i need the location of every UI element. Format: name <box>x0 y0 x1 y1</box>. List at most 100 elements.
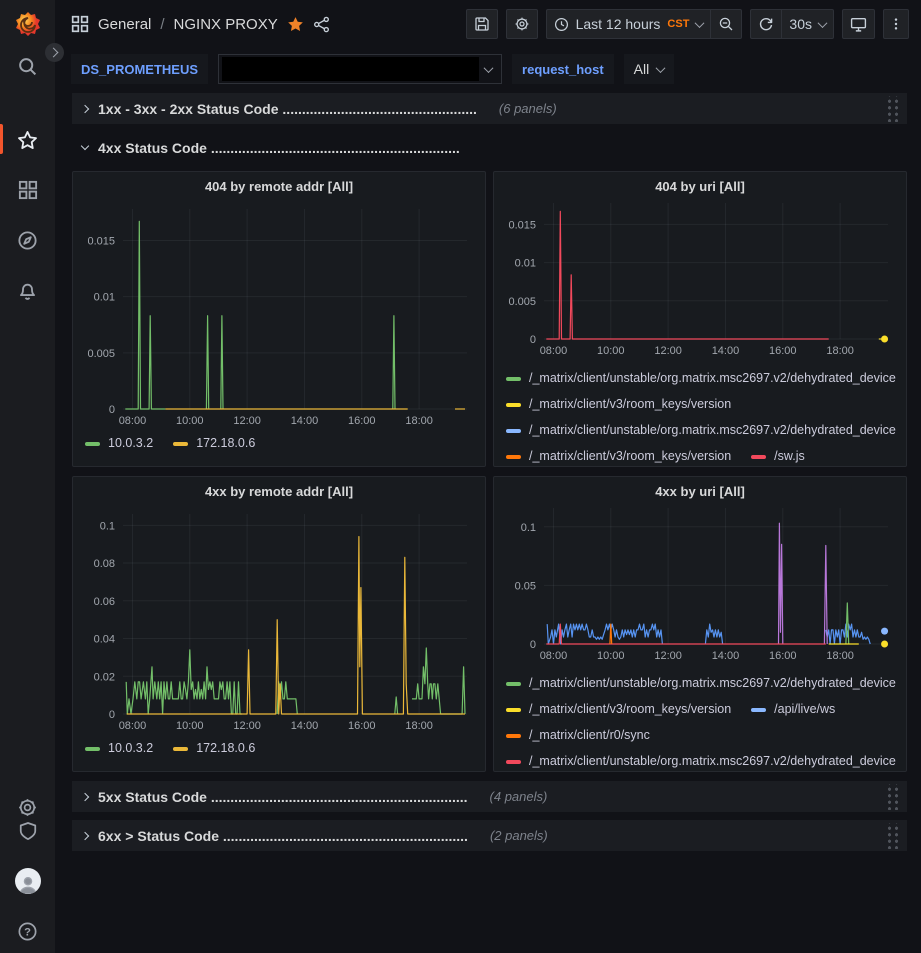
cycle-view-mode-button[interactable] <box>842 9 875 39</box>
legend-item[interactable]: /_matrix/client/v3/room_keys/version <box>506 700 731 719</box>
datasource-select[interactable] <box>218 54 502 84</box>
chart-canvas[interactable]: 00.0050.010.01508:0010:0012:0014:0016:00… <box>500 195 900 366</box>
chart-canvas[interactable]: 00.020.040.060.080.108:0010:0012:0014:00… <box>79 506 479 736</box>
save-dashboard-button[interactable] <box>466 9 498 39</box>
legend-item[interactable]: /_matrix/client/unstable/org.matrix.msc2… <box>506 752 896 771</box>
legend-item[interactable]: 10.0.3.2 <box>85 434 153 453</box>
legend-label: /api/live/ws <box>774 700 835 719</box>
timezone-label: CST <box>667 18 689 30</box>
sidebar-item-profile[interactable] <box>0 869 55 893</box>
chart-canvas[interactable]: 00.050.108:0010:0012:0014:0016:0018:00 <box>500 500 900 671</box>
x-axis-tick-label: 16:00 <box>769 650 797 662</box>
legend-label: /sw.js <box>774 447 805 466</box>
dashboards-grid-icon <box>18 180 38 200</box>
variables-row: DS_PROMETHEUS request_host All <box>55 48 921 90</box>
legend-item[interactable]: /api/live/ws <box>751 700 835 719</box>
chevron-down-icon <box>656 63 666 73</box>
legend-swatch <box>751 708 766 712</box>
legend-item[interactable]: /_matrix/client/r0/sync <box>506 726 650 745</box>
share-icon[interactable] <box>313 16 330 33</box>
legend-swatch <box>173 747 188 751</box>
legend-item[interactable]: 10.0.3.2 <box>85 739 153 758</box>
chevron-right-icon <box>81 792 89 800</box>
panel-title[interactable]: 4xx by remote addr [All] <box>73 477 485 506</box>
more-options-button[interactable] <box>883 9 909 39</box>
series-line <box>846 603 849 644</box>
breadcrumb-separator: / <box>160 16 164 33</box>
chart-legend: /_matrix/client/unstable/org.matrix.msc2… <box>494 671 906 771</box>
y-axis-tick-label: 0.01 <box>515 258 536 270</box>
favorite-star-icon[interactable] <box>287 16 304 33</box>
legend-label: /_matrix/client/v3/room_keys/version <box>529 395 731 414</box>
legend-item[interactable]: /_matrix/client/v3/room_keys/version <box>506 447 731 466</box>
legend-label: 172.18.0.6 <box>196 434 255 453</box>
zoom-out-icon <box>718 16 734 32</box>
x-axis-tick-label: 14:00 <box>712 650 740 662</box>
drag-handle-icon[interactable] <box>885 823 899 849</box>
x-axis-tick-label: 16:00 <box>348 415 376 427</box>
sidebar-item-settings[interactable] <box>0 795 55 819</box>
panel-title[interactable]: 404 by remote addr [All] <box>73 172 485 201</box>
time-range-picker[interactable]: Last 12 hours CST <box>546 9 711 39</box>
panel-404-by-uri: 404 by uri [All] 00.0050.010.01508:0010:… <box>493 171 907 467</box>
chart-svg: 00.020.040.060.080.108:0010:0012:0014:00… <box>79 506 479 736</box>
y-axis-tick-label: 0.005 <box>87 348 115 360</box>
legend-label: 172.18.0.6 <box>196 739 255 758</box>
x-axis-tick-label: 14:00 <box>291 720 319 732</box>
legend-label: /_matrix/client/v3/room_keys/version <box>529 700 731 719</box>
sidebar-item-server-admin[interactable] <box>0 819 55 843</box>
sidebar-item-alerting[interactable] <box>0 278 55 302</box>
row-4xx[interactable]: 4xx Status Code ........................… <box>72 132 907 163</box>
help-icon: ? <box>17 921 38 942</box>
sidebar-item-explore[interactable] <box>0 228 55 252</box>
legend-item[interactable]: /sw.js <box>751 447 805 466</box>
panel-title[interactable]: 4xx by uri [All] <box>494 477 906 500</box>
x-axis-tick-label: 08:00 <box>540 650 568 662</box>
gear-icon <box>514 16 530 32</box>
legend-item[interactable]: /_matrix/client/unstable/org.matrix.msc2… <box>506 674 896 693</box>
drag-handle-icon[interactable] <box>885 784 899 810</box>
legend-label: /_matrix/client/unstable/org.matrix.msc2… <box>529 421 896 440</box>
legend-item[interactable]: /_matrix/client/unstable/org.matrix.msc2… <box>506 369 896 388</box>
panel-4xx-by-uri: 4xx by uri [All] 00.050.108:0010:0012:00… <box>493 476 907 772</box>
grafana-flame-icon <box>13 10 43 40</box>
sidebar-item-dashboards[interactable] <box>0 178 55 202</box>
refresh-button[interactable] <box>750 9 781 39</box>
drag-handle-icon[interactable] <box>885 96 899 122</box>
refresh-interval-picker[interactable]: 30s <box>781 9 834 39</box>
legend-swatch <box>506 734 521 738</box>
y-axis-tick-label: 0.05 <box>515 580 536 592</box>
bell-icon <box>17 280 38 301</box>
request-host-select[interactable]: All <box>624 54 675 84</box>
x-axis-tick-label: 10:00 <box>176 720 204 732</box>
series-line <box>206 316 208 409</box>
dashboard-settings-button[interactable] <box>506 9 538 39</box>
row-5xx[interactable]: 5xx Status Code ........................… <box>72 781 907 812</box>
sidebar-item-starred[interactable] <box>0 128 55 152</box>
breadcrumb-title[interactable]: NGINX PROXY <box>174 16 278 33</box>
row-6xx[interactable]: 6xx > Status Code ......................… <box>72 820 907 851</box>
series-point-marker <box>881 641 888 648</box>
legend-label: 10.0.3.2 <box>108 434 153 453</box>
sidebar-item-help[interactable]: ? <box>0 919 55 943</box>
x-axis-tick-label: 08:00 <box>540 345 568 357</box>
legend-item[interactable]: /_matrix/client/v3/room_keys/version <box>506 395 731 414</box>
legend-item[interactable]: 172.18.0.6 <box>173 739 255 758</box>
sidebar-item-search[interactable] <box>0 54 55 78</box>
legend-swatch <box>751 455 766 459</box>
chart-canvas[interactable]: 00.0050.010.01508:0010:0012:0014:0016:00… <box>79 201 479 431</box>
breadcrumb-section[interactable]: General <box>98 16 151 33</box>
legend-item[interactable]: /_matrix/client/unstable/org.matrix.msc2… <box>506 421 896 440</box>
x-axis-tick-label: 14:00 <box>291 415 319 427</box>
zoom-out-button[interactable] <box>710 9 742 39</box>
legend-label: 10.0.3.2 <box>108 739 153 758</box>
row-title: 1xx - 3xx - 2xx Status Code ............… <box>98 101 477 117</box>
panel-title[interactable]: 404 by uri [All] <box>494 172 906 195</box>
legend-swatch <box>506 377 521 381</box>
legend-swatch <box>506 403 521 407</box>
y-axis-tick-label: 0.015 <box>87 235 115 247</box>
grafana-logo[interactable] <box>13 10 43 40</box>
row-1xx-3xx-2xx[interactable]: 1xx - 3xx - 2xx Status Code ............… <box>72 93 907 124</box>
legend-item[interactable]: 172.18.0.6 <box>173 434 255 453</box>
star-icon <box>17 130 38 151</box>
